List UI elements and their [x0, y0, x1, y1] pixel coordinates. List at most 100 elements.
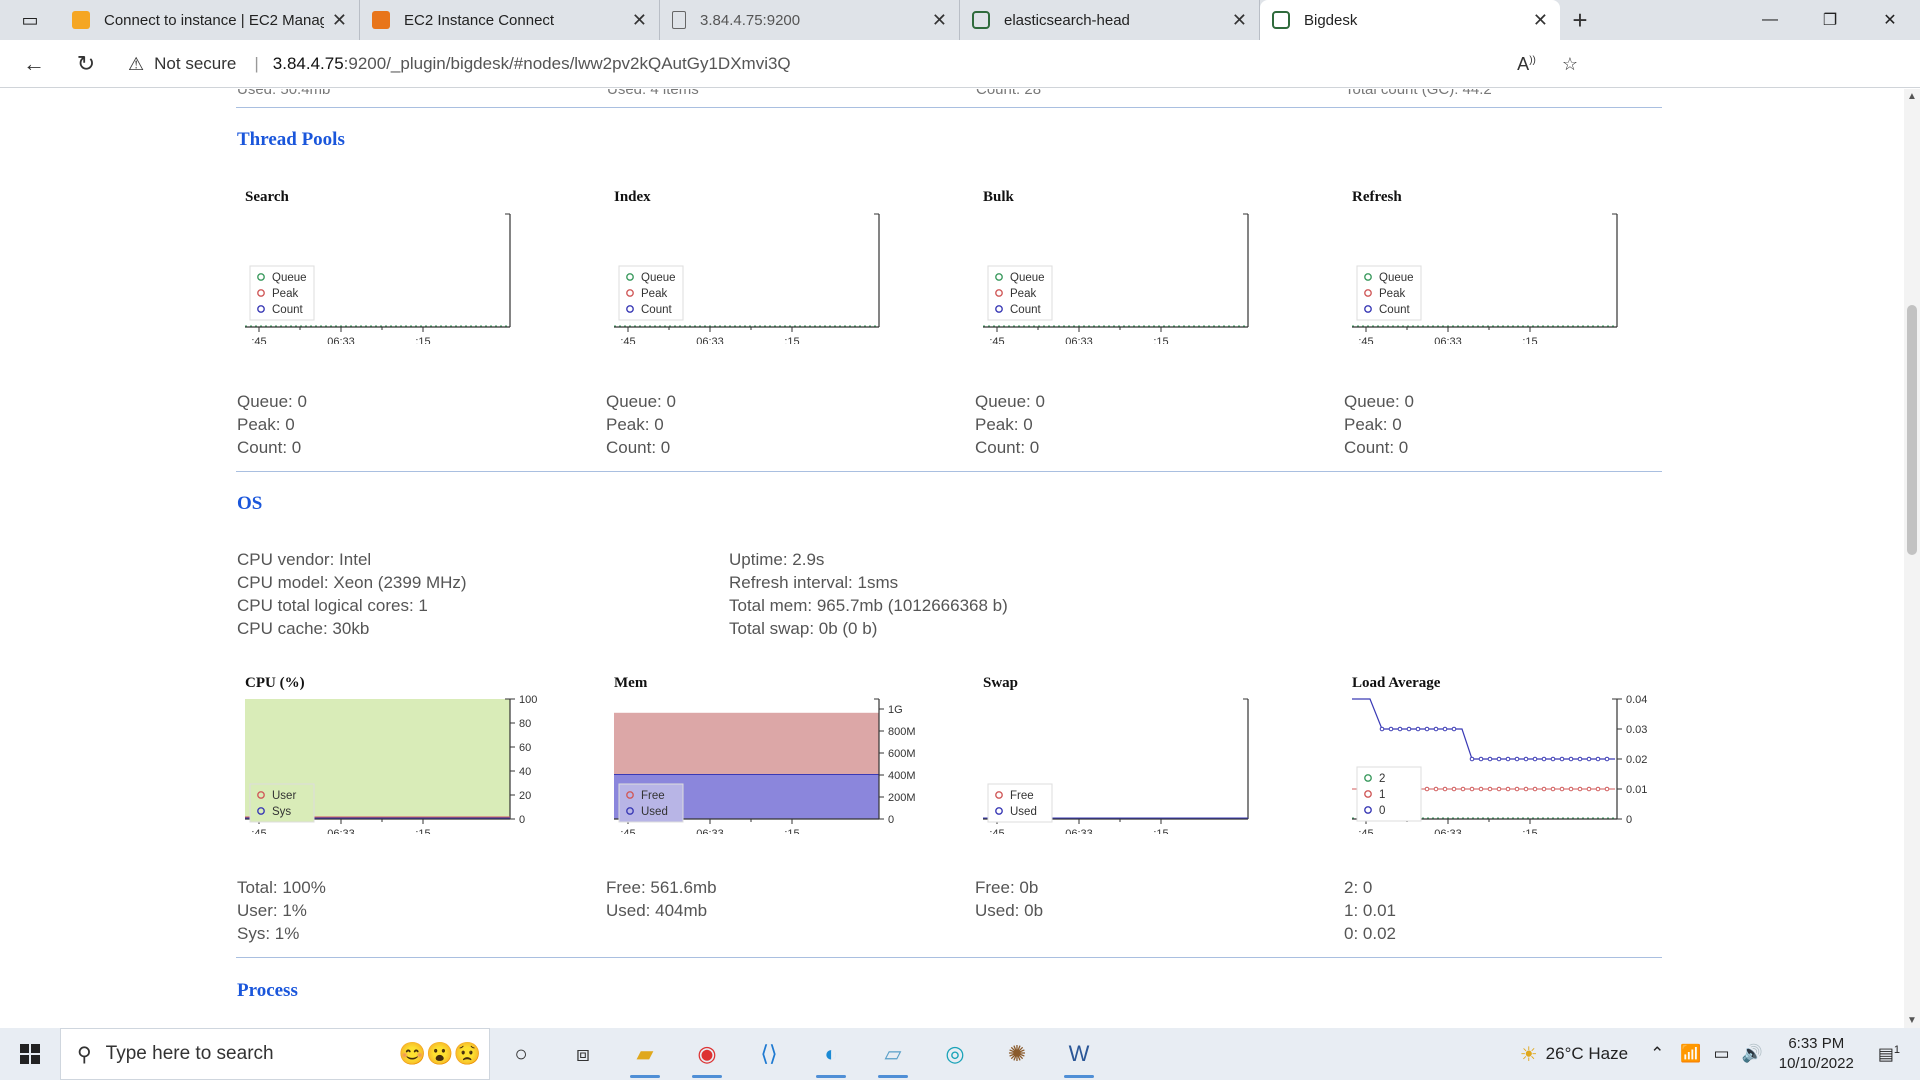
tab-title: 3.84.4.75:9200	[700, 11, 801, 29]
warning-icon: ⚠	[128, 53, 145, 74]
load-series-1-point	[1496, 786, 1502, 792]
refresh-icon: ↻	[76, 50, 96, 76]
stat-line: Peak: 0	[606, 415, 664, 434]
security-label[interactable]: Not secure	[154, 54, 236, 74]
stat-line: Queue: 0	[1344, 392, 1414, 411]
thread-pool-chart-index: :45 06:33:15 Queue Peak Count	[614, 213, 880, 344]
thread-pool-stats-bulk: Queue: 0 Peak: 0 Count: 0	[975, 390, 1045, 459]
close-icon[interactable]: ✕	[1533, 10, 1548, 31]
x-tick-label: :45	[1358, 828, 1373, 834]
legend-label: Count	[272, 304, 303, 316]
info-line: Refresh interval: 1sms	[729, 573, 899, 592]
close-icon[interactable]: ✕	[932, 10, 947, 31]
legend-label: Queue	[1379, 272, 1414, 284]
battery-icon[interactable]: ▭	[1714, 1044, 1730, 1064]
close-icon[interactable]: ✕	[1232, 10, 1247, 31]
thread-pool-stats-refresh: Queue: 0 Peak: 0 Count: 0	[1344, 390, 1414, 459]
section-title-thread-pools[interactable]: Thread Pools	[237, 129, 345, 151]
favorite-add-icon[interactable]: ☆	[1562, 54, 1578, 75]
y-tick-label: 0.01	[1626, 784, 1647, 796]
load-series-1-point	[1514, 786, 1520, 792]
scroll-up-icon[interactable]: ▲	[1904, 91, 1920, 102]
minimize-icon[interactable]: —	[1740, 0, 1800, 40]
swap-stats: Free: 0b Used: 0b	[975, 876, 1043, 922]
x-tick-label: :15	[784, 336, 799, 344]
scroll-down-icon[interactable]: ▼	[1904, 1015, 1920, 1026]
plus-icon: +	[1572, 4, 1588, 35]
aws-icon	[72, 11, 90, 29]
weather-icon[interactable]: ☀	[1520, 1042, 1538, 1067]
system-tray: ☀ 26°C Haze ⌃ 📶 ▭ 🔊 6:33 PM 10/10/2022 ▤…	[1520, 1028, 1920, 1080]
back-button[interactable]: ←	[8, 40, 60, 88]
load-series-0-point	[1397, 726, 1403, 732]
x-tick-label: :45	[620, 336, 635, 344]
chevron-up-icon[interactable]: ⌃	[1650, 1044, 1664, 1064]
thread-pool-chart-bulk: :45 06:33:15 Queue Peak Count	[983, 213, 1249, 344]
legend-label: 1	[1379, 789, 1385, 801]
cut-stat: Count: 28	[976, 89, 1042, 98]
stat-line: Count: 0	[975, 438, 1040, 457]
start-button[interactable]	[0, 1028, 60, 1080]
restore-icon[interactable]: ❐	[1800, 0, 1860, 40]
load-average-chart: :45 06:33:15 0.04 0.03 0.02 0.01 0 2 1 0	[1352, 694, 1647, 834]
cortana-icon[interactable]: ○	[490, 1028, 552, 1080]
plugin-icon	[1272, 11, 1290, 29]
tab-actions-button[interactable]: ▭	[0, 0, 60, 40]
tab-elasticsearch-head[interactable]: elasticsearch-head ✕	[960, 0, 1260, 40]
read-aloud-icon[interactable]: A))	[1517, 54, 1536, 75]
section-title-os[interactable]: OS	[237, 493, 262, 515]
vscode-icon[interactable]: ⟨⟩	[738, 1028, 800, 1080]
weather-text[interactable]: 26°C Haze	[1546, 1044, 1628, 1064]
edge-icon[interactable]: ◐	[800, 1028, 862, 1080]
divider	[236, 107, 1662, 108]
file-explorer-icon[interactable]: ▰	[614, 1028, 676, 1080]
cut-stat: Total count (GC): 44.2	[1345, 89, 1492, 98]
load-series-1-point	[1541, 786, 1547, 792]
x-tick-label: :15	[1522, 828, 1537, 834]
page-scrollbar[interactable]: ▲ ▼	[1904, 89, 1920, 1028]
url-bar[interactable]: ⚠ Not secure | 3.84.4.75:9200/_plugin/bi…	[128, 46, 1578, 82]
task-view-icon[interactable]: ⧈	[552, 1028, 614, 1080]
x-tick-label: :45	[620, 828, 635, 834]
load-series-1-point	[1559, 786, 1565, 792]
stat-line: Count: 0	[1344, 438, 1409, 457]
refresh-button[interactable]: ↻	[60, 40, 112, 88]
notification-icon[interactable]: ▤1	[1878, 1044, 1900, 1065]
y-tick-label: 0	[888, 814, 894, 826]
tab-ip[interactable]: 3.84.4.75:9200 ✕	[660, 0, 960, 40]
load-series-0-point	[1451, 726, 1457, 732]
clock[interactable]: 6:33 PM 10/10/2022	[1779, 1034, 1854, 1074]
app-icon[interactable]: ▱	[862, 1028, 924, 1080]
teams-app-icon[interactable]: ◎	[924, 1028, 986, 1080]
page-icon	[672, 11, 686, 29]
cpu-stats: Total: 100% User: 1% Sys: 1%	[237, 876, 326, 945]
search-placeholder: Type here to search	[105, 1043, 274, 1064]
load-series-1-point	[1568, 786, 1574, 792]
thread-pool-stats-index: Queue: 0 Peak: 0 Count: 0	[606, 390, 676, 459]
tab-ec2-connect[interactable]: Connect to instance | EC2 Manag ✕	[60, 0, 360, 40]
scrollbar-thumb[interactable]	[1907, 305, 1917, 555]
close-icon[interactable]: ✕	[632, 10, 647, 31]
x-tick-label: :15	[415, 828, 430, 834]
chrome-icon[interactable]: ◉	[676, 1028, 738, 1080]
section-title-process[interactable]: Process	[237, 980, 298, 1002]
close-window-icon[interactable]: ✕	[1860, 0, 1920, 40]
volume-icon[interactable]: 🔊	[1742, 1044, 1763, 1064]
network-icon[interactable]: 📶	[1680, 1044, 1701, 1064]
load-series-0-point	[1559, 756, 1565, 762]
y-tick-label: 400M	[888, 770, 916, 782]
app-icon[interactable]: ✺	[986, 1028, 1048, 1080]
search-highlight-icon: 😊😮😟	[398, 1041, 481, 1066]
tab-bigdesk[interactable]: Bigdesk ✕	[1260, 0, 1560, 40]
info-line: CPU vendor: Intel	[237, 550, 372, 569]
load-series-1-point	[1442, 786, 1448, 792]
close-icon[interactable]: ✕	[332, 10, 347, 31]
taskbar-search[interactable]: ⚲ Type here to search 😊😮😟	[60, 1028, 490, 1080]
new-tab-button[interactable]: +	[1560, 0, 1600, 40]
y-tick-label: 200M	[888, 792, 916, 804]
word-icon[interactable]: W	[1048, 1028, 1110, 1080]
tab-ec2-instance-connect[interactable]: EC2 Instance Connect ✕	[360, 0, 660, 40]
x-tick-label: 06:33	[1065, 336, 1093, 344]
info-line: CPU model: Xeon (2399 MHz)	[237, 573, 467, 592]
y-tick-label: 0.02	[1626, 754, 1647, 766]
